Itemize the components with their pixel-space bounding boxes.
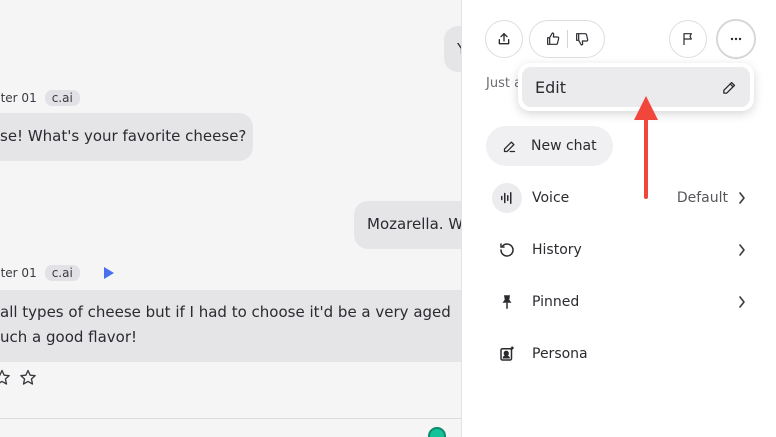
new-chat-label: New chat	[531, 138, 597, 154]
cai-badge: c.ai	[44, 265, 80, 281]
edit-menu-item[interactable]: Edit	[522, 67, 750, 107]
chat-area: Y cter 01 c.ai se! What's your favorite …	[0, 0, 461, 437]
persona-icon	[492, 339, 522, 369]
rating-stars	[0, 368, 38, 388]
play-audio-icon[interactable]	[103, 267, 114, 279]
pin-icon	[492, 287, 522, 317]
vote-buttons	[529, 20, 605, 58]
message-options-dropdown: Edit	[518, 63, 754, 111]
user-message-text: Mozarella. W	[367, 215, 461, 233]
chevron-right-icon	[739, 296, 745, 308]
menu-item-history[interactable]: History	[498, 232, 746, 268]
menu-item-pinned[interactable]: Pinned	[498, 284, 746, 320]
chevron-right-icon	[739, 192, 745, 204]
character-message-2: all types of cheese but if I had to choo…	[0, 290, 461, 362]
edit-label: Edit	[535, 77, 566, 97]
character-message-1-text: se! What's your favorite cheese?	[0, 127, 247, 145]
voice-icon	[492, 183, 522, 213]
menu-item-voice[interactable]: Voice Default	[492, 180, 746, 216]
vote-divider	[566, 30, 568, 48]
menu-item-persona-label: Persona	[532, 346, 588, 362]
input-divider	[0, 418, 461, 419]
more-dots-icon	[730, 37, 742, 41]
partial-text: Just a	[486, 76, 523, 91]
chevron-right-icon	[739, 244, 745, 256]
new-chat-button[interactable]: New chat	[486, 126, 613, 166]
message-meta-2: cter 01 c.ai	[0, 265, 114, 281]
grammarly-icon[interactable]	[428, 427, 446, 437]
share-icon	[498, 33, 510, 45]
star-icon[interactable]	[0, 368, 12, 388]
user-message: Mozarella. W	[354, 201, 461, 249]
menu-item-pinned-label: Pinned	[532, 294, 580, 310]
cai-badge: c.ai	[44, 90, 80, 106]
message-meta-1: cter 01 c.ai	[0, 90, 80, 106]
report-button[interactable]	[669, 20, 707, 58]
edit-square-icon	[503, 141, 516, 152]
menu-item-history-label: History	[532, 242, 582, 258]
thumbs-up-icon[interactable]	[545, 31, 561, 47]
history-icon	[492, 235, 522, 265]
character-message-2-line2: uch a good flavor!	[0, 328, 138, 346]
character-message-2-line1: all types of cheese but if I had to choo…	[0, 303, 451, 321]
character-name: cter 01	[0, 266, 37, 280]
voice-value: Default	[676, 190, 728, 206]
flag-icon	[683, 33, 692, 45]
share-button[interactable]	[485, 20, 523, 58]
pencil-icon	[723, 81, 736, 94]
star-icon[interactable]	[18, 368, 38, 388]
character-name: cter 01	[0, 91, 37, 105]
menu-item-voice-label: Voice	[532, 190, 570, 206]
chat-bubble-top: Y	[444, 26, 461, 72]
more-options-button[interactable]	[717, 20, 755, 58]
character-message-1: se! What's your favorite cheese?	[0, 113, 253, 161]
menu-item-persona[interactable]: Persona	[498, 336, 746, 372]
thumbs-down-icon[interactable]	[574, 31, 590, 47]
